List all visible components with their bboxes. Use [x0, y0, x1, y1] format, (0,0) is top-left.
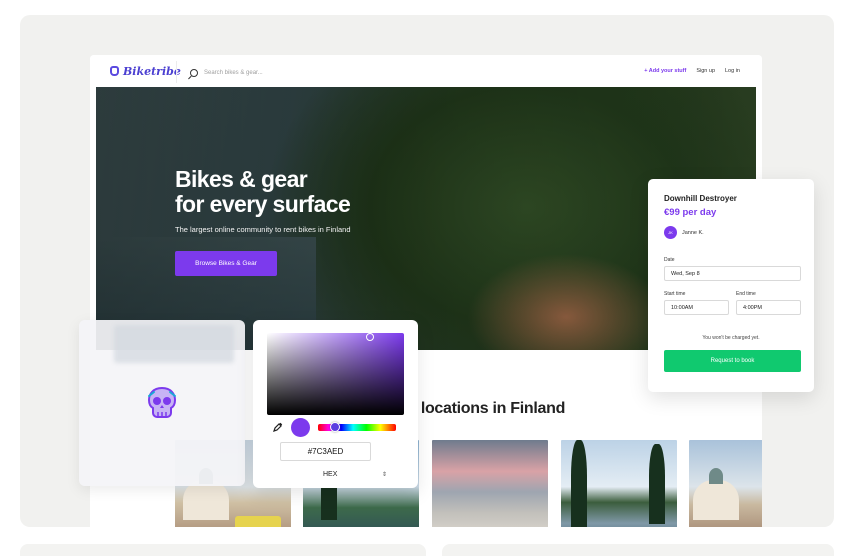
biketribe-logo[interactable]: Biketribe [110, 65, 181, 78]
hex-value-input[interactable] [280, 442, 371, 461]
hero-title-line-1: Bikes & gear [175, 166, 308, 192]
date-label: Date [664, 257, 675, 263]
add-your-stuff-link[interactable]: + Add your stuff [644, 68, 686, 74]
end-time-label: End time [736, 291, 756, 297]
blurred-backdrop [114, 325, 234, 363]
skull-icon [147, 386, 177, 418]
icon-card [79, 320, 245, 486]
color-format-value: HEX [323, 470, 338, 478]
date-field[interactable]: Wed, Sep 8 [664, 266, 801, 281]
search-icon [190, 69, 198, 77]
cathedral-dome [709, 468, 723, 484]
end-time-field[interactable]: 4:00PM [736, 300, 801, 315]
location-photo-forest-lake[interactable] [561, 440, 677, 527]
booking-card: Downhill Destroyer €99 per day JK Janne … [648, 179, 814, 392]
tree-shape [571, 440, 587, 527]
sign-up-link[interactable]: Sign up [696, 68, 715, 74]
tram-shape [235, 516, 281, 527]
eyedropper-icon[interactable] [273, 422, 283, 432]
start-time-field[interactable]: 10:00AM [664, 300, 729, 315]
saturation-area[interactable] [267, 333, 404, 415]
owner-row: JK Janne K. [664, 226, 704, 239]
search-bar[interactable]: Search bikes & gear... [190, 67, 360, 79]
bottom-card-left [20, 544, 426, 556]
hue-slider-handle[interactable] [330, 422, 341, 432]
location-photo-cathedral[interactable] [689, 440, 762, 527]
color-picker-panel: HEX ⇕ [253, 320, 418, 488]
tree-shape [649, 444, 665, 524]
color-format-select[interactable]: HEX ⇕ [323, 468, 387, 480]
hero-title-line-2: for every surface [175, 191, 351, 217]
logo-icon [110, 66, 119, 76]
booking-price: €99 per day [664, 207, 717, 218]
booking-title: Downhill Destroyer [664, 194, 737, 203]
nav-links: + Add your stuff Sign up Log in [644, 68, 740, 74]
nav-divider [176, 61, 177, 83]
charge-note: You won't be charged yet. [702, 335, 760, 341]
cathedral-shape [693, 480, 739, 520]
browse-bikes-button[interactable]: Browse Bikes & Gear [175, 251, 277, 276]
location-photo-sunset[interactable] [432, 440, 548, 527]
log-in-link[interactable]: Log in [725, 68, 740, 74]
logo-text: Biketribe [123, 65, 181, 78]
search-placeholder[interactable]: Search bikes & gear... [204, 70, 263, 76]
hero-title: Bikes & gear for every surface [175, 167, 435, 217]
top-navbar: Biketribe Search bikes & gear... + Add y… [90, 55, 762, 89]
saturation-handle[interactable] [366, 333, 374, 341]
bottom-card-right [442, 544, 834, 556]
hero-subtitle: The largest online community to rent bik… [175, 225, 351, 234]
request-to-book-button[interactable]: Request to book [664, 350, 801, 372]
start-time-label: Start time [664, 291, 686, 297]
hue-slider[interactable] [318, 422, 396, 432]
owner-name: Janne K. [682, 229, 704, 236]
select-arrows-icon: ⇕ [381, 471, 387, 478]
current-color-swatch [291, 418, 310, 437]
canvas-background: Biketribe Search bikes & gear... + Add y… [20, 15, 834, 527]
cathedral-shape [183, 480, 229, 520]
avatar: JK [664, 226, 677, 239]
